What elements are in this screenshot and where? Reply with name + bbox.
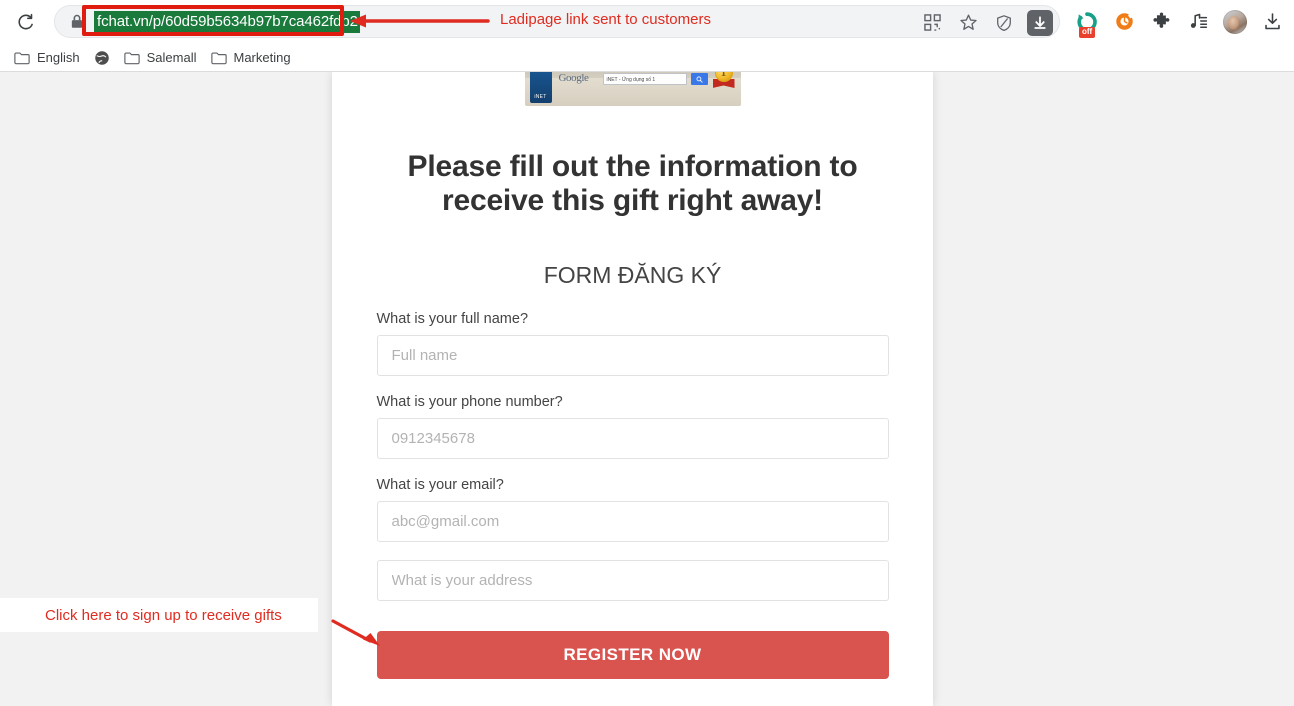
form-title: FORM ĐĂNG KÝ [543, 262, 722, 288]
fullname-input[interactable] [376, 335, 889, 376]
qr-code-icon[interactable] [919, 10, 945, 36]
address-input[interactable] [376, 560, 889, 601]
download-icon[interactable] [1027, 9, 1053, 36]
phone-input[interactable] [376, 418, 889, 459]
reload-icon [18, 13, 33, 29]
banner-search-icon [690, 73, 708, 85]
adblock-off-icon[interactable]: off [1074, 9, 1100, 38]
button-annotation-box: Click here to sign up to receive gifts [0, 598, 318, 632]
folder-icon [210, 51, 227, 64]
bookmark-star-icon[interactable] [955, 10, 981, 36]
url-annotation-text: Ladipage link sent to customers [500, 11, 711, 28]
avatar[interactable] [1222, 9, 1248, 35]
page-viewport: iNET Google iNET - Ứng dụng số 1 1 Pleas… [0, 72, 1294, 706]
banner-side-label: iNET [529, 72, 552, 103]
registration-form: What is your full name? What is your pho… [376, 311, 889, 679]
shield-icon[interactable] [991, 10, 1017, 36]
email-label: What is your email? [376, 477, 504, 493]
folder-icon [123, 51, 140, 64]
music-playlist-icon[interactable] [1185, 9, 1211, 35]
button-annotation-arrow [331, 619, 380, 646]
browser-toolbar: fchat.vn/p/60d59b5634b97b7ca462fdb2 off … [0, 0, 1294, 43]
banner-medal-icon: 1 [712, 72, 735, 90]
extension-off-badge: off [1079, 26, 1096, 38]
globe-icon [94, 50, 109, 65]
banner-search-text: iNET - Ứng dụng số 1 [602, 73, 687, 85]
download-tray-icon[interactable] [1259, 9, 1285, 35]
bookmark-label: Marketing [233, 50, 291, 65]
browser-chrome: fchat.vn/p/60d59b5634b97b7ca462fdb2 off … [0, 0, 1294, 72]
puzzle-piece-icon[interactable] [1148, 9, 1174, 35]
phone-label: What is your phone number? [376, 394, 563, 410]
banner-google-logo: Google [558, 72, 589, 84]
url-text-wrapper[interactable]: fchat.vn/p/60d59b5634b97b7ca462fdb2 [94, 5, 360, 38]
bookmarks-bar: English Salemall Marketing [0, 43, 1294, 72]
extensions-toolbar: off [1074, 9, 1285, 38]
button-annotation-text: Click here to sign up to receive gifts [45, 606, 282, 624]
fullname-label: What is your full name? [376, 311, 529, 327]
url-annotation-arrow [350, 14, 490, 28]
folder-icon [14, 51, 30, 64]
reload-button[interactable] [10, 6, 42, 38]
bookmark-item-marketing[interactable]: Marketing [204, 47, 298, 68]
bookmark-item-globe[interactable] [87, 47, 117, 69]
bookmark-label: Salemall [146, 50, 197, 65]
bookmark-item-salemall[interactable]: Salemall [117, 47, 204, 68]
omnibox-action-icons [919, 6, 1053, 39]
hero-banner-image: iNET Google iNET - Ứng dụng số 1 1 [524, 72, 741, 106]
avatar-image [1223, 9, 1247, 34]
orange-circle-extension-icon[interactable] [1111, 9, 1137, 35]
url-text[interactable]: fchat.vn/p/60d59b5634b97b7ca462fdb2 [94, 10, 360, 33]
bookmark-item-english[interactable]: English [7, 47, 87, 68]
bookmark-label: English [37, 50, 80, 65]
register-now-button[interactable]: REGISTER NOW [376, 631, 889, 679]
lock-icon [69, 14, 85, 30]
page-title: Please fill out the information to recei… [407, 150, 858, 217]
landing-page-card: iNET Google iNET - Ứng dụng số 1 1 Pleas… [332, 72, 933, 706]
email-input[interactable] [376, 501, 889, 542]
